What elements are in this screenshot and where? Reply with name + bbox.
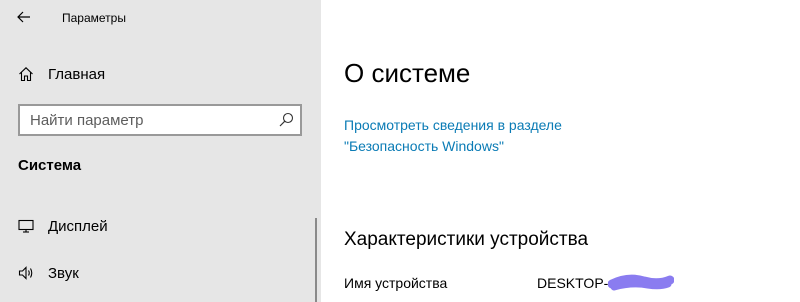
sidebar-item-label: Дисплей	[48, 217, 108, 235]
main-content: О системе Просмотреть сведения в разделе…	[321, 0, 800, 302]
search-icon[interactable]	[278, 112, 294, 128]
sidebar-item-display[interactable]: Дисплей	[0, 208, 321, 244]
sidebar-item-home[interactable]: Главная	[0, 56, 321, 92]
sidebar-item-label: Главная	[48, 65, 106, 83]
sidebar: Параметры Главная Система	[0, 0, 321, 302]
page-title: О системе	[344, 58, 471, 88]
monitor-icon	[17, 217, 35, 235]
device-specs-heading: Характеристики устройства	[344, 229, 589, 250]
title-bar: Параметры	[0, 0, 321, 36]
home-icon	[17, 65, 35, 83]
windows-security-link[interactable]: Просмотреть сведения в разделе "Безопасн…	[344, 115, 604, 157]
sidebar-item-label: Звук	[48, 264, 79, 282]
app-title: Параметры	[62, 11, 126, 25]
search-input[interactable]	[20, 106, 278, 134]
device-name-label: Имя устройства	[344, 275, 448, 291]
redaction-scribble	[608, 274, 674, 291]
speaker-icon	[17, 264, 35, 282]
device-name-value: DESKTOP-	[537, 275, 609, 291]
back-button[interactable]	[6, 2, 42, 32]
search-box[interactable]	[18, 104, 302, 136]
settings-window: Параметры Главная Система	[0, 0, 800, 302]
section-heading: Система	[18, 157, 82, 174]
back-arrow-icon	[17, 11, 30, 23]
sidebar-scrollbar[interactable]	[315, 218, 317, 302]
sidebar-item-sound[interactable]: Звук	[0, 255, 321, 291]
